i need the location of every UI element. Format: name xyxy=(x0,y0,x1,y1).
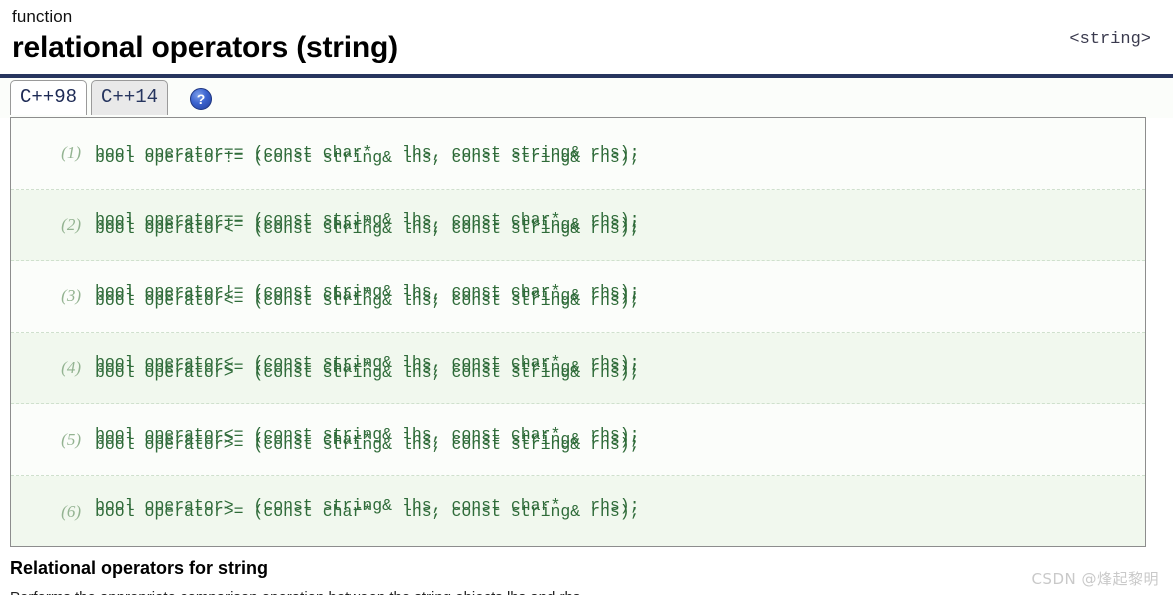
signature-line: bool operator> (const string& lhs, const… xyxy=(95,362,640,382)
description-paragraph: Performs the appropriate comparison oper… xyxy=(10,588,1010,595)
signature-code-block: (1) bool operator== (const string& lhs, … xyxy=(10,117,1146,547)
signature-line: bool operator>= (const char* lhs, const … xyxy=(95,501,640,521)
signature-line: bool operator<= (const string& lhs, cons… xyxy=(95,291,640,311)
signature-line: bool operator>= (const string& lhs, cons… xyxy=(95,434,640,454)
page-header: function relational operators (string) xyxy=(0,0,1173,67)
signature-line: bool operator!= (const string& lhs, cons… xyxy=(95,147,640,167)
overload-number: (4) xyxy=(61,358,81,378)
header-include-name: <string> xyxy=(1069,30,1151,49)
overload-number: (5) xyxy=(61,429,81,449)
section-subheading: Relational operators for string xyxy=(10,558,269,578)
tab-cpp98[interactable]: C++98 xyxy=(10,80,88,115)
standard-tabbar: C++98 C++14 xyxy=(0,78,1173,118)
signature-lines: bool operator>= (const string& lhs, cons… xyxy=(95,389,640,546)
help-icon[interactable]: ? xyxy=(190,88,212,110)
page-root: function relational operators (string) <… xyxy=(0,0,1173,595)
entity-kind-label: function xyxy=(12,7,73,26)
overload-number: (2) xyxy=(61,214,81,234)
page-title: relational operators (string) xyxy=(12,31,398,64)
overload-number: (6) xyxy=(61,501,81,521)
overload-number: (3) xyxy=(61,286,81,306)
tab-cpp14[interactable]: C++14 xyxy=(91,80,169,115)
signature-line: bool operator< (const string& lhs, const… xyxy=(95,219,640,239)
overload-number: (1) xyxy=(61,143,81,163)
signature-group: (6) bool operator>= (const string& lhs, … xyxy=(11,435,1145,546)
tab-list: C++98 C++14 xyxy=(10,80,169,115)
watermark: CSDN @烽起黎明 xyxy=(1031,570,1159,588)
